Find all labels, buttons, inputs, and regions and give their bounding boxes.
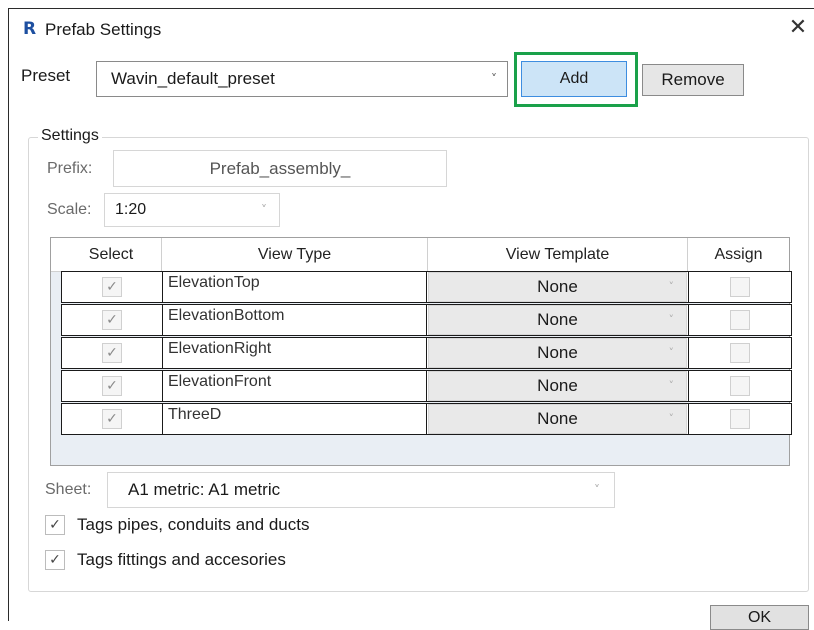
- revit-logo-icon: R: [23, 19, 37, 39]
- select-checkbox[interactable]: ✓: [102, 376, 122, 396]
- assign-checkbox[interactable]: [730, 376, 750, 396]
- assign-checkbox[interactable]: [730, 310, 750, 330]
- ok-button[interactable]: OK: [710, 605, 809, 630]
- table-row: ✓ ElevationRight None ˅: [61, 337, 792, 369]
- view-types-grid: Select View Type View Template Assign ✓ …: [50, 237, 792, 466]
- assign-cell: [688, 371, 791, 401]
- column-header-view-template[interactable]: View Template: [428, 238, 688, 271]
- view-template-value: None: [537, 343, 578, 362]
- select-cell: ✓: [62, 404, 163, 434]
- sheet-selected-value: A1 metric: A1 metric: [128, 480, 281, 499]
- select-checkbox[interactable]: ✓: [102, 310, 122, 330]
- view-template-value: None: [537, 409, 578, 428]
- column-header-select[interactable]: Select: [61, 238, 162, 271]
- scale-select[interactable]: 1:20 ˅: [104, 193, 280, 227]
- remove-button[interactable]: Remove: [642, 64, 744, 96]
- sheet-select[interactable]: A1 metric: A1 metric ˅: [107, 472, 615, 508]
- select-checkbox[interactable]: ✓: [102, 409, 122, 429]
- scale-label: Scale:: [47, 201, 92, 218]
- select-checkbox[interactable]: ✓: [102, 277, 122, 297]
- view-type-cell: ThreeD: [163, 404, 427, 434]
- view-type-cell: ElevationTop: [163, 272, 427, 302]
- view-template-value: None: [537, 277, 578, 296]
- table-row: ✓ ElevationFront None ˅: [61, 370, 792, 402]
- chevron-down-icon: ˅: [668, 379, 675, 392]
- view-template-select[interactable]: None ˅: [428, 371, 687, 401]
- assign-cell: [688, 338, 791, 368]
- preset-label: Preset: [21, 66, 71, 85]
- preset-selected-value: Wavin_default_preset: [111, 69, 275, 88]
- view-type-cell: ElevationFront: [163, 371, 427, 401]
- grid-header: Select View Type View Template Assign: [51, 238, 789, 272]
- chevron-down-icon: ˅: [668, 280, 675, 293]
- assign-checkbox[interactable]: [730, 409, 750, 429]
- view-template-select[interactable]: None ˅: [428, 305, 687, 335]
- assign-checkbox[interactable]: [730, 277, 750, 297]
- select-cell: ✓: [62, 371, 163, 401]
- column-header-view-type[interactable]: View Type: [162, 238, 428, 271]
- select-cell: ✓: [62, 338, 163, 368]
- prefix-input[interactable]: Prefab_assembly_: [113, 150, 447, 187]
- assign-checkbox[interactable]: [730, 343, 750, 363]
- prefab-settings-dialog: R Prefab Settings ✕ Preset Wavin_default…: [8, 8, 814, 630]
- title-bar: R Prefab Settings ✕: [9, 9, 814, 49]
- column-header-assign[interactable]: Assign: [688, 238, 789, 271]
- close-icon[interactable]: ✕: [786, 17, 810, 41]
- tags-fittings-label: Tags fittings and accesories: [77, 550, 286, 569]
- select-checkbox[interactable]: ✓: [102, 343, 122, 363]
- view-template-select[interactable]: None ˅: [428, 272, 687, 302]
- chevron-down-icon: ˅: [594, 483, 600, 497]
- tags-fittings-checkbox[interactable]: ✓: [45, 550, 65, 570]
- view-type-cell: ElevationRight: [163, 338, 427, 368]
- view-template-select[interactable]: None ˅: [428, 404, 687, 434]
- preset-select[interactable]: Wavin_default_preset ˅: [96, 61, 508, 97]
- add-button[interactable]: Add: [521, 61, 627, 97]
- table-row: ✓ ThreeD None ˅: [61, 403, 792, 435]
- assign-cell: [688, 404, 791, 434]
- select-cell: ✓: [62, 272, 163, 302]
- view-template-value: None: [537, 310, 578, 329]
- chevron-down-icon: ˅: [668, 412, 675, 425]
- assign-cell: [688, 305, 791, 335]
- assign-cell: [688, 272, 791, 302]
- sheet-label: Sheet:: [45, 481, 92, 498]
- table-row: ✓ ElevationTop None ˅: [61, 271, 792, 303]
- chevron-down-icon: ˅: [668, 346, 675, 359]
- settings-group-title: Settings: [38, 127, 102, 145]
- view-template-value: None: [537, 376, 578, 395]
- chevron-down-icon: ˅: [668, 313, 675, 326]
- tags-pipes-checkbox[interactable]: ✓: [45, 515, 65, 535]
- tags-pipes-label: Tags pipes, conduits and ducts: [77, 515, 310, 534]
- chevron-down-icon: ˅: [261, 203, 267, 217]
- view-type-cell: ElevationBottom: [163, 305, 427, 335]
- window-title: Prefab Settings: [45, 20, 162, 39]
- scale-selected-value: 1:20: [115, 201, 147, 218]
- table-row: ✓ ElevationBottom None ˅: [61, 304, 792, 336]
- select-cell: ✓: [62, 305, 163, 335]
- chevron-down-icon: ˅: [491, 72, 497, 86]
- prefix-label: Prefix:: [47, 160, 93, 177]
- view-template-select[interactable]: None ˅: [428, 338, 687, 368]
